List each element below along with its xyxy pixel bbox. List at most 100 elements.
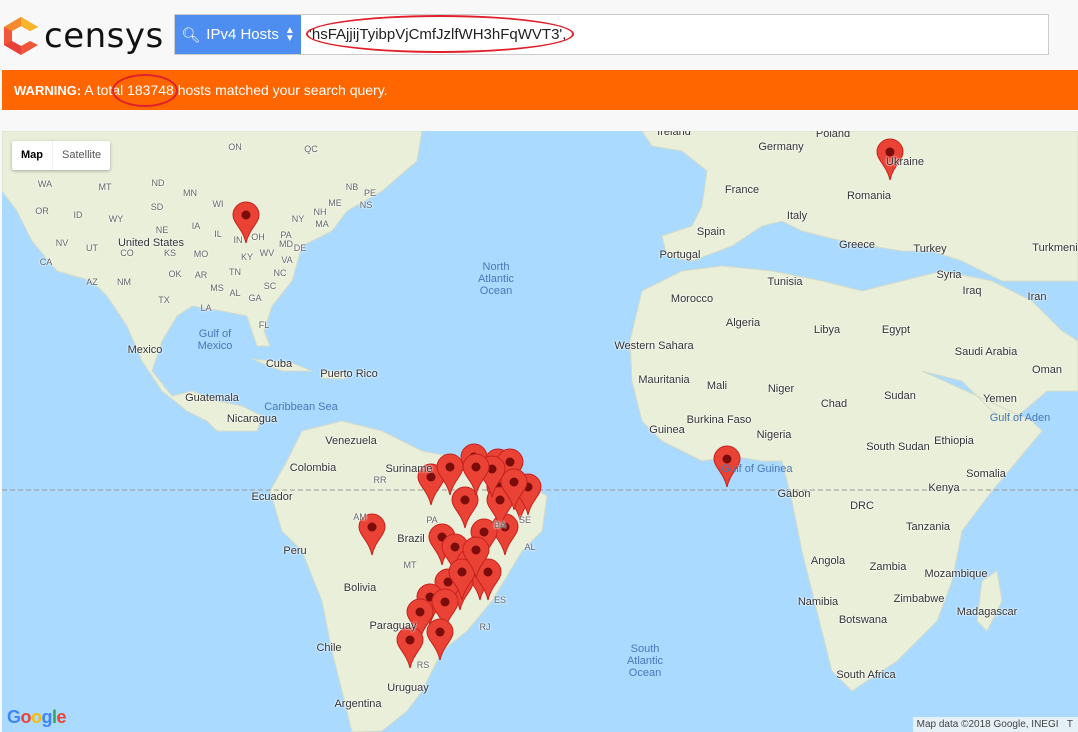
region-label: WY — [108, 214, 124, 224]
country-label: Saudi Arabia — [954, 346, 1018, 358]
region-label: OH — [251, 232, 265, 242]
country-label: Paraguay — [369, 620, 417, 632]
region-label: IN — [233, 235, 243, 245]
sea-label: North Atlantic Ocean — [477, 261, 515, 297]
warning-text-end: hosts matched your search query. — [177, 82, 388, 98]
region-label: NB — [345, 182, 359, 192]
country-label: Colombia — [289, 462, 337, 474]
search-type-select[interactable]: 🔍︎ IPv4 Hosts ▲ ▼ — [175, 15, 301, 54]
warning-label: WARNING: — [14, 83, 82, 98]
top-bar: censys 🔍︎ IPv4 Hosts ▲ ▼ — [0, 0, 1078, 70]
country-label: Algeria — [725, 317, 761, 329]
logo-text: censys — [44, 16, 164, 56]
search-type-label: IPv4 Hosts — [206, 26, 279, 43]
region-label: TN — [229, 267, 241, 277]
map-attribution: Map data ©2018 Google, INEGI T — [912, 717, 1078, 732]
region-label: OK — [168, 269, 182, 279]
region-label: MS — [210, 283, 224, 293]
country-label: Romania — [846, 190, 892, 202]
country-label: Iran — [1027, 291, 1047, 303]
censys-logo-icon — [4, 17, 38, 55]
region-label: AZ — [86, 277, 98, 287]
map-type-satellite-button[interactable]: Satellite — [52, 141, 110, 170]
country-label: Madagascar — [956, 606, 1018, 618]
region-label: SC — [263, 281, 277, 291]
country-label: Iraq — [962, 285, 982, 297]
region-label: VA — [281, 255, 293, 265]
country-label: Portugal — [659, 249, 701, 261]
country-label: Peru — [283, 545, 307, 557]
map[interactable]: Ireland Poland Germany Ukraine France Romania… — [2, 131, 1078, 732]
google-logo[interactable]: Google — [7, 707, 67, 728]
country-label: Zimbabwe — [893, 593, 945, 605]
attribution-text: Map data ©2018 Google, INEGI — [916, 719, 1059, 730]
region-label: MT — [98, 182, 112, 192]
country-label: Mauritania — [638, 374, 690, 386]
country-label: Italy — [786, 210, 808, 222]
country-label: Mali — [706, 380, 728, 392]
country-label: Egypt — [881, 324, 911, 336]
country-label: Kenya — [928, 482, 960, 494]
country-label: Spain — [696, 226, 726, 238]
region-label: NE — [155, 225, 169, 235]
country-label: Mozambique — [924, 568, 988, 580]
country-label: Guinea — [649, 424, 685, 436]
region-label: RR — [373, 475, 387, 485]
sea-label: Gulf of Mexico — [197, 328, 233, 352]
country-label: Burkina Faso — [686, 414, 752, 426]
region-label: UT — [86, 243, 98, 253]
country-label: Guatemala — [185, 392, 239, 404]
annotation-ellipse — [306, 15, 574, 53]
country-label: Chile — [316, 642, 342, 654]
region-label: GA — [248, 293, 262, 303]
map-type-control: Map Satellite — [12, 141, 111, 170]
region-label: ON — [228, 142, 242, 152]
sea-label: Caribbean Sea — [264, 401, 338, 413]
region-label: NM — [117, 277, 131, 287]
region-label: PE — [363, 188, 377, 198]
sea-label: South Atlantic Ocean — [626, 643, 664, 679]
country-label: Ecuador — [251, 491, 293, 503]
country-label: Puerto Rico — [320, 368, 378, 380]
country-label: Botswana — [838, 614, 888, 626]
country-label: Brazil — [397, 533, 425, 545]
country-label: Tanzania — [905, 521, 951, 533]
country-label: DRC — [850, 500, 874, 512]
region-label: BA — [493, 520, 507, 530]
country-label: South Sudan — [866, 441, 930, 453]
country-label: Oman — [1032, 364, 1062, 376]
sea-label: Gulf of Aden — [989, 412, 1051, 424]
region-label: MN — [183, 188, 197, 198]
region-label: NV — [55, 238, 69, 248]
country-label: Somalia — [966, 468, 1006, 480]
region-label: ES — [493, 595, 507, 605]
region-label: MO — [193, 249, 209, 259]
country-label: Greece — [838, 239, 876, 251]
region-label: ND — [151, 178, 165, 188]
country-label: Syria — [936, 269, 962, 281]
region-label: QC — [304, 144, 318, 154]
country-label: Ireland — [657, 131, 691, 138]
country-label: Namibia — [797, 596, 839, 608]
country-label: Ethiopia — [934, 435, 974, 447]
country-label: Bolivia — [343, 582, 377, 594]
region-label: MA — [315, 219, 329, 229]
terms-link[interactable]: T — [1067, 719, 1073, 730]
country-label: Ukraine — [886, 156, 924, 168]
country-label: South Africa — [836, 669, 896, 681]
annotation-ellipse — [112, 74, 178, 107]
country-label: Suriname — [385, 463, 433, 475]
censys-logo[interactable]: censys — [4, 16, 164, 56]
region-label: CA — [39, 257, 53, 267]
region-label: MT — [403, 560, 417, 570]
region-label: NH — [313, 207, 327, 217]
country-label: Mexico — [127, 344, 163, 356]
region-label: CO — [120, 248, 134, 258]
country-label: Cuba — [265, 358, 293, 370]
sort-arrows-icon: ▲ ▼ — [284, 24, 295, 44]
country-label: Sudan — [884, 390, 916, 402]
country-label: Angola — [810, 555, 846, 567]
region-label: AM — [353, 512, 367, 522]
map-type-map-button[interactable]: Map — [12, 141, 52, 170]
country-label: Yemen — [983, 393, 1017, 405]
